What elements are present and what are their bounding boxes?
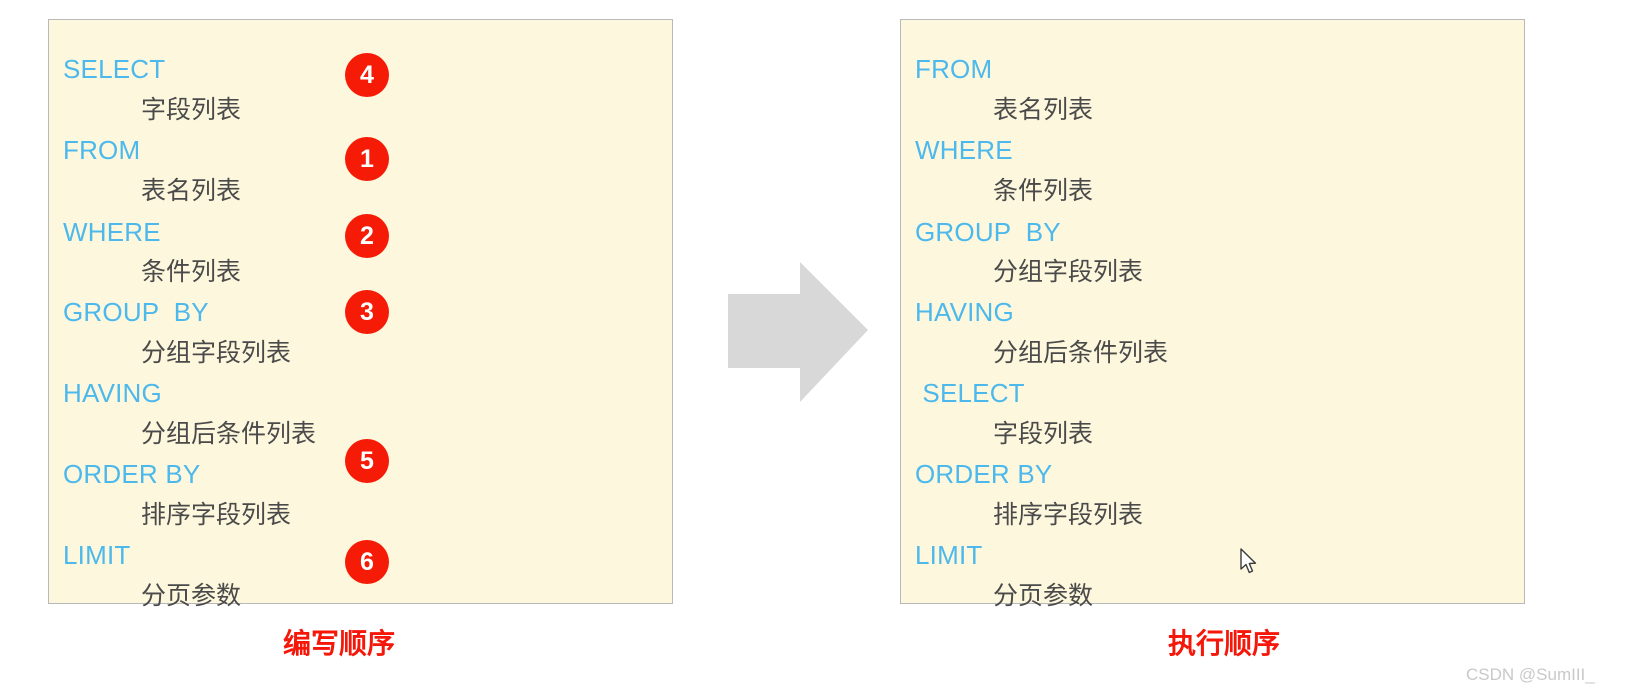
clause-value: 表名列表 xyxy=(993,95,1094,124)
clause-value: 排序字段列表 xyxy=(993,500,1144,529)
clause-row: 分组字段列表 xyxy=(49,333,672,373)
clause-value: 条件列表 xyxy=(141,257,242,286)
clause-row: 分组字段列表 xyxy=(901,252,1524,292)
writing-order-panel: SELECT 字段列表 FROM 表名列表 WHERE 条件列表 GROUP B… xyxy=(48,19,673,610)
clause-row: 分组后条件列表 xyxy=(901,333,1524,373)
clause-value: 字段列表 xyxy=(141,95,242,124)
arrow-right-icon xyxy=(728,262,868,402)
clause-row: ORDER BY xyxy=(901,454,1524,494)
clause-row: GROUP BY xyxy=(901,212,1524,252)
clause-keyword: HAVING xyxy=(915,297,1014,327)
clause-row: WHERE xyxy=(901,130,1524,170)
execution-order-panel: FROM 表名列表 WHERE 条件列表 GROUP BY 分组字段列表 HAV… xyxy=(900,19,1525,610)
execution-order-caption: 执行顺序 xyxy=(1168,627,1281,660)
clause-value: 分组后条件列表 xyxy=(993,338,1169,367)
clause-row: 字段列表 xyxy=(901,414,1524,454)
clause-row: 分页参数 xyxy=(901,576,1524,616)
clause-row: HAVING xyxy=(49,373,672,413)
clause-keyword: WHERE xyxy=(63,217,161,247)
diagram-canvas: SELECT 字段列表 FROM 表名列表 WHERE 条件列表 GROUP B… xyxy=(0,0,1643,693)
clause-keyword: GROUP BY xyxy=(915,217,1061,247)
clause-row: SELECT xyxy=(901,373,1524,413)
execution-order-clause-list: FROM 表名列表 WHERE 条件列表 GROUP BY 分组字段列表 HAV… xyxy=(901,20,1524,610)
clause-row: FROM xyxy=(901,49,1524,89)
clause-row: LIMIT xyxy=(901,535,1524,575)
order-badge-limit: 6 xyxy=(345,540,389,584)
clause-row: 排序字段列表 xyxy=(49,495,672,535)
writing-order-caption: 编写顺序 xyxy=(283,627,396,660)
clause-value: 排序字段列表 xyxy=(141,500,292,529)
clause-value: 分组字段列表 xyxy=(141,338,292,367)
clause-keyword: FROM xyxy=(915,54,993,84)
writing-order-clause-list: SELECT 字段列表 FROM 表名列表 WHERE 条件列表 GROUP B… xyxy=(49,20,672,610)
clause-keyword: ORDER BY xyxy=(63,459,201,489)
clause-keyword: ORDER BY xyxy=(915,459,1053,489)
order-badge-order-by: 5 xyxy=(345,439,389,483)
clause-keyword: FROM xyxy=(63,135,141,165)
clause-keyword: SELECT xyxy=(63,54,166,84)
clause-keyword: WHERE xyxy=(915,135,1013,165)
clause-keyword: LIMIT xyxy=(63,540,131,570)
order-badge-from: 1 xyxy=(345,137,389,181)
order-badge-where: 2 xyxy=(345,214,389,258)
clause-keyword: SELECT xyxy=(915,378,1025,408)
clause-row: HAVING xyxy=(901,292,1524,332)
clause-value: 分组字段列表 xyxy=(993,257,1144,286)
clause-row: 条件列表 xyxy=(49,252,672,292)
clause-row: 排序字段列表 xyxy=(901,495,1524,535)
clause-value: 字段列表 xyxy=(993,419,1094,448)
clause-keyword: GROUP BY xyxy=(63,297,209,327)
order-badge-select: 4 xyxy=(345,53,389,97)
clause-row: 表名列表 xyxy=(901,90,1524,130)
clause-value: 分页参数 xyxy=(993,581,1094,610)
clause-value: 表名列表 xyxy=(141,176,242,205)
clause-value: 分组后条件列表 xyxy=(141,419,317,448)
clause-keyword: HAVING xyxy=(63,378,162,408)
clause-row: 条件列表 xyxy=(901,171,1524,211)
order-badge-group-by: 3 xyxy=(345,290,389,334)
watermark-text: CSDN @SumIII_ xyxy=(1466,665,1595,684)
clause-keyword: LIMIT xyxy=(915,540,983,570)
clause-value: 条件列表 xyxy=(993,176,1094,205)
clause-value: 分页参数 xyxy=(141,581,242,610)
